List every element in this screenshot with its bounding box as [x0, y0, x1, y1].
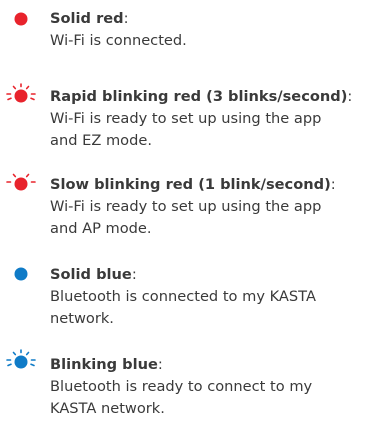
status-title: Blinking blue	[50, 356, 158, 373]
blinking-blue-dot-icon	[0, 348, 42, 378]
blinking-red-dot-icon	[0, 82, 42, 112]
status-title: Solid blue	[50, 266, 132, 283]
status-item-blinking-blue: Blinking blue: Bluetooth is ready to con…	[0, 346, 366, 426]
solid-blue-dot-icon	[0, 260, 42, 290]
title-colon: :	[347, 88, 353, 105]
status-description: Bluetooth is connected to my KASTA netwo…	[50, 288, 316, 327]
title-colon: :	[123, 10, 129, 27]
status-description: Wi-Fi is ready to set up using the app a…	[50, 198, 322, 237]
blinking-red-dot-icon	[0, 170, 42, 200]
status-item-slow-blinking-red: Slow blinking red (1 blink/second): Wi-F…	[0, 166, 366, 246]
title-colon: :	[157, 356, 163, 373]
status-title: Slow blinking red (1 blink/second)	[50, 176, 331, 193]
status-item-solid-red: Solid red: Wi-Fi is connected.	[0, 0, 366, 60]
status-title: Solid red	[50, 10, 124, 27]
status-description: Bluetooth is ready to connect to my KAST…	[50, 378, 313, 417]
status-item-solid-blue: Solid blue: Bluetooth is connected to my…	[0, 256, 366, 336]
status-description: Wi-Fi is connected.	[50, 32, 187, 49]
status-description: Wi-Fi is ready to set up using the app a…	[50, 110, 322, 149]
solid-red-dot-icon	[0, 6, 42, 36]
title-colon: :	[330, 176, 336, 193]
status-title: Rapid blinking red (3 blinks/second)	[50, 88, 348, 105]
title-colon: :	[131, 266, 137, 283]
status-item-rapid-blinking-red: Rapid blinking red (3 blinks/second): Wi…	[0, 78, 366, 168]
